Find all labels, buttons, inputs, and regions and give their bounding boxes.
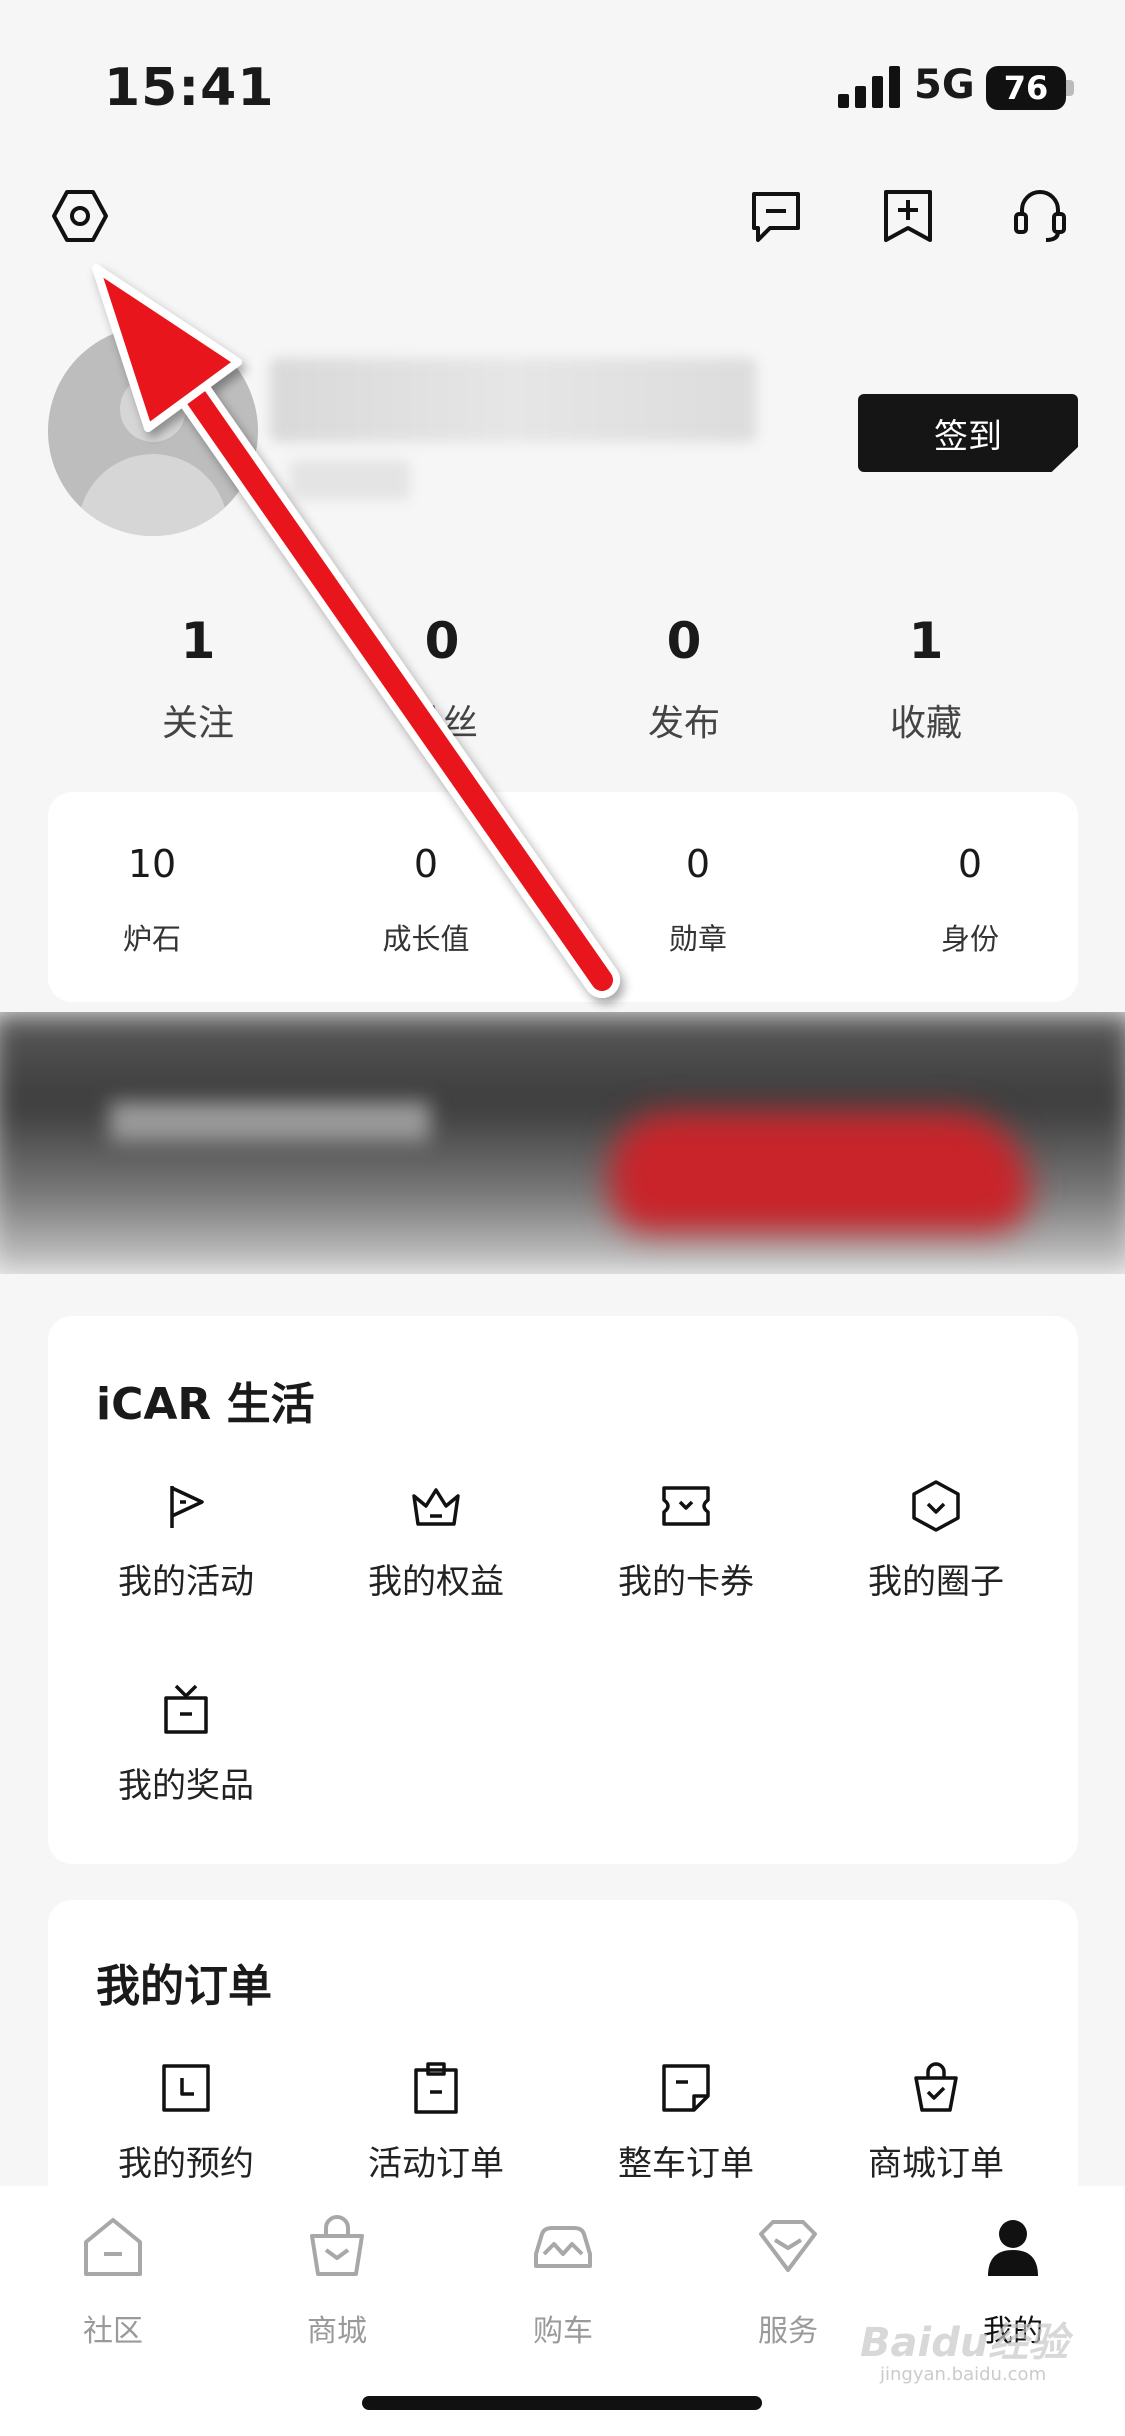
status-time: 15:41 [104,58,275,118]
stat-number: 0 [666,612,702,670]
stat-following[interactable]: 1 关注 [98,612,298,746]
bag-check-icon [914,2062,958,2112]
watermark: Baidu经验 [860,2320,1069,2366]
calendar-icon [162,2064,210,2112]
mini-stat-number: 10 [127,842,177,886]
tab-label: 购车 [533,2314,593,2349]
mini-stat-furnace-stone[interactable]: 10 炉石 [52,842,252,958]
user-icon [988,2220,1038,2276]
mini-stat-label: 炉石 [122,922,181,956]
stat-number: 0 [424,612,460,670]
tab-community[interactable]: 社区 [38,2214,188,2350]
support-headset-icon[interactable] [1004,180,1076,252]
mini-stat-identity[interactable]: 0 身份 [870,842,1070,958]
stat-number: 1 [908,612,944,670]
tab-label: 社区 [83,2314,143,2349]
tab-buy-car[interactable]: 购车 [488,2214,638,2350]
avatar[interactable] [48,326,258,536]
network-type: 5G [914,62,975,108]
mini-stat-label: 勋章 [668,922,727,956]
vehicle-orders-item[interactable]: 整车订单 [586,2060,786,2185]
car-icon [534,2226,592,2268]
tab-label: 商城 [307,2314,367,2349]
mini-stat-growth[interactable]: 0 成长值 [326,842,526,958]
my-reservations-item[interactable]: 我的预约 [86,2060,286,2185]
shop-bag-icon [310,2215,364,2276]
gift-tv-icon [164,1684,208,1734]
add-post-icon[interactable] [872,180,944,252]
tab-service[interactable]: 服务 [713,2214,863,2350]
section-title: iCAR 生活 [96,1379,315,1430]
username-redacted [270,358,756,442]
crown-icon [412,1488,460,1526]
user-subtitle-redacted [290,460,410,500]
item-label: 我的权益 [368,1562,504,1602]
item-label: 商城订单 [868,2144,1004,2184]
icar-life-card: iCAR 生活 我的活动 我的权益 我的卡券 我的圈子 我的奖品 [48,1316,1078,1864]
mall-orders-item[interactable]: 商城订单 [836,2060,1036,2185]
item-label: 我的圈子 [868,1562,1004,1602]
my-coupons-item[interactable]: 我的卡券 [586,1478,786,1603]
stat-number: 1 [180,612,216,670]
home-indicator[interactable] [362,2396,762,2410]
stat-label: 发布 [647,703,720,744]
circle-hexagon-icon [912,1480,960,1532]
stat-favorites[interactable]: 1 收藏 [826,612,1026,746]
item-label: 整车订单 [618,2144,754,2184]
battery-cap [1066,80,1074,96]
promo-banner[interactable] [0,1012,1125,1274]
battery-icon: 76 [986,66,1066,110]
mini-stat-number: 0 [957,842,983,886]
my-circles-item[interactable]: 我的圈子 [836,1478,1036,1603]
stat-followers[interactable]: 0 粉丝 [342,612,542,746]
mini-stat-label: 成长值 [382,922,470,956]
mini-stat-label: 身份 [940,922,999,956]
my-prizes-item[interactable]: 我的奖品 [86,1682,286,1807]
signal-icon [838,66,900,108]
flag-icon [170,1486,204,1528]
activity-orders-item[interactable]: 活动订单 [336,2060,536,2185]
ticket-icon [662,1486,710,1526]
item-label: 活动订单 [368,2144,504,2184]
points-card: 10 炉石 0 成长值 0 勋章 0 身份 [48,792,1078,1002]
settings-icon[interactable] [44,180,116,252]
stat-label: 粉丝 [405,703,478,744]
service-gem-icon [759,2220,817,2272]
clipboard-icon [414,2062,458,2114]
stat-posts[interactable]: 0 发布 [584,612,784,746]
my-benefits-item[interactable]: 我的权益 [336,1478,536,1603]
item-label: 我的奖品 [118,1766,254,1806]
item-label: 我的活动 [118,1562,254,1602]
item-label: 我的卡券 [618,1562,754,1602]
message-icon[interactable] [740,180,812,252]
section-title: 我的订单 [96,1961,272,2012]
note-icon [662,2064,710,2112]
item-label: 我的预约 [118,2144,254,2184]
watermark-url: jingyan.baidu.com [880,2364,1047,2385]
mini-stat-number: 0 [685,842,711,886]
checkin-button[interactable]: 签到 [858,394,1078,472]
my-activities-item[interactable]: 我的活动 [86,1478,286,1603]
stat-label: 收藏 [889,703,962,744]
home-icon [84,2218,142,2276]
tab-mall[interactable]: 商城 [262,2214,412,2350]
mini-stat-medals[interactable]: 0 勋章 [598,842,798,958]
stat-label: 关注 [161,703,234,744]
tab-label: 服务 [758,2314,818,2349]
mini-stat-number: 0 [413,842,439,886]
